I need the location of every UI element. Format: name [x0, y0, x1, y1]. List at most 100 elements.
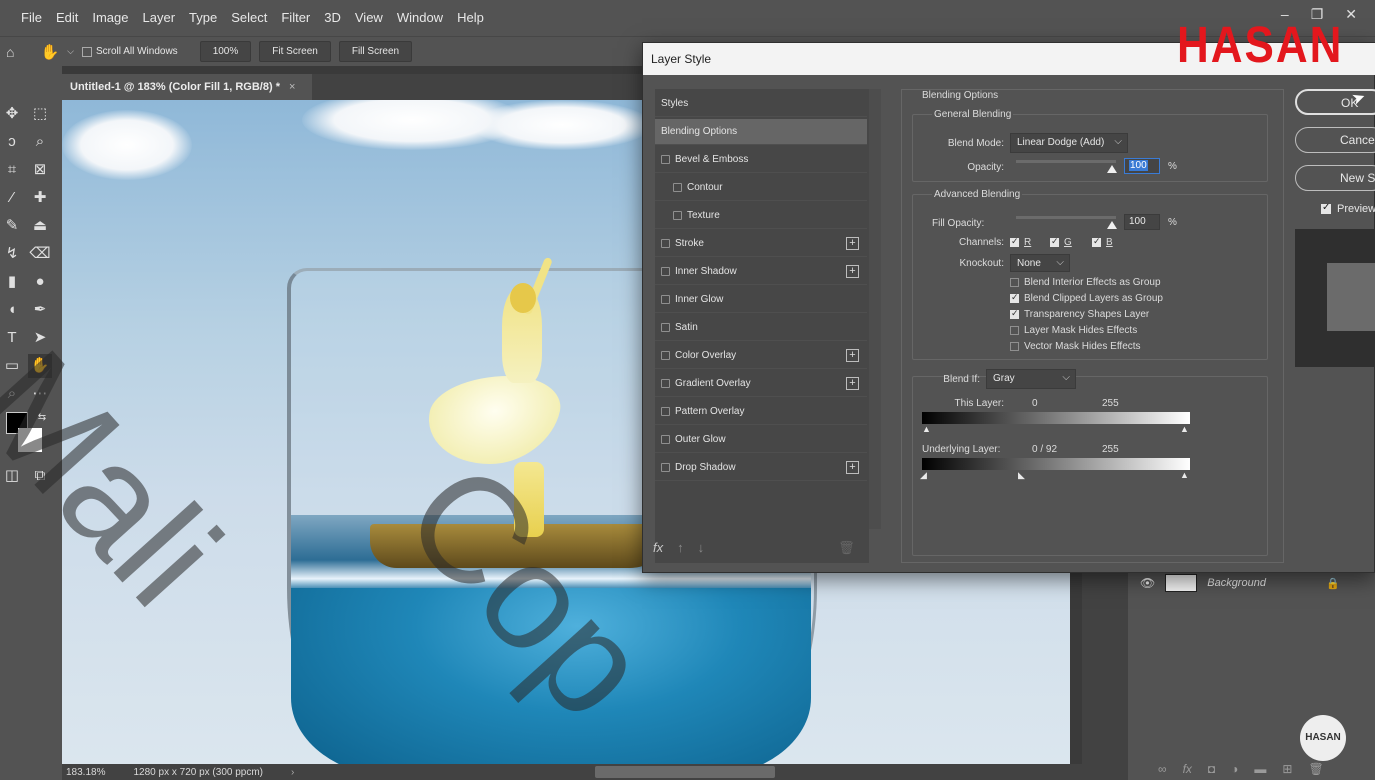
style-item-texture[interactable]: Texture [655, 203, 867, 229]
add-effect-icon[interactable]: + [846, 237, 859, 250]
menu-filter[interactable]: Filter [274, 0, 317, 36]
channel-b-checkbox[interactable]: B [1092, 236, 1113, 248]
document-tab[interactable]: Untitled-1 @ 183% (Color Fill 1, RGB/8) … [62, 74, 312, 100]
checkbox-icon[interactable] [661, 239, 670, 248]
this-layer-white-slider[interactable]: ▲ [1180, 424, 1189, 434]
checkbox-icon[interactable] [673, 211, 682, 220]
channel-r-checkbox[interactable]: R [1010, 236, 1031, 248]
add-effect-icon[interactable]: + [846, 349, 859, 362]
this-layer-gradient[interactable] [922, 412, 1190, 424]
style-item-inner-shadow[interactable]: Inner Shadow + [655, 259, 867, 285]
underlying-black-slider-right[interactable]: ◣ [1018, 470, 1025, 481]
vector-mask-hides-checkbox[interactable]: Vector Mask Hides Effects [1010, 341, 1141, 352]
style-item-color-overlay[interactable]: Color Overlay + [655, 343, 867, 369]
brush-tool-icon[interactable]: ✎ [0, 214, 24, 238]
fill-opacity-input[interactable]: 100 [1124, 214, 1160, 230]
status-arrow-icon[interactable]: › [291, 767, 294, 778]
fill-opacity-slider-handle[interactable] [1107, 221, 1117, 229]
menu-file[interactable]: File [14, 0, 49, 36]
blend-mode-select[interactable]: Linear Dodge (Add) ⌵ [1010, 133, 1128, 153]
type-tool-icon[interactable]: T [0, 326, 24, 350]
style-item-blending-options[interactable]: Blending Options [655, 119, 867, 145]
folder-icon[interactable]: ▬ [1254, 762, 1266, 776]
move-tool-icon[interactable]: ✥ [0, 102, 24, 126]
style-item-inner-glow[interactable]: Inner Glow [655, 287, 867, 313]
checkbox-icon[interactable] [661, 295, 670, 304]
close-tab-icon[interactable]: × [289, 81, 295, 93]
checkbox-icon[interactable] [661, 323, 670, 332]
healing-brush-icon[interactable]: ✚ [28, 186, 52, 210]
scroll-all-windows-checkbox[interactable]: Scroll All Windows [81, 46, 178, 57]
eye-icon[interactable]: 👁 [1140, 576, 1155, 590]
delete-effect-icon[interactable]: 🗑 [838, 540, 855, 556]
zoom-100-button[interactable]: 100% [199, 41, 252, 62]
dodge-tool-icon[interactable]: ◖ [0, 298, 24, 322]
style-item-gradient-overlay[interactable]: Gradient Overlay + [655, 371, 867, 397]
new-layer-icon[interactable]: ⊞ [1282, 762, 1292, 776]
checkbox-icon[interactable] [661, 267, 670, 276]
chevron-down-icon[interactable]: ⌵ [67, 46, 74, 57]
fill-screen-button[interactable]: Fill Screen [338, 41, 413, 62]
fx-icon[interactable]: fx [653, 540, 663, 556]
cancel-button[interactable]: Cancel [1295, 127, 1375, 153]
history-brush-icon[interactable]: ↯ [0, 242, 24, 266]
quick-mask-icon[interactable]: ◫ [0, 464, 24, 488]
move-up-icon[interactable]: ↑ [677, 540, 684, 556]
add-effect-icon[interactable]: + [846, 377, 859, 390]
add-effect-icon[interactable]: + [846, 461, 859, 474]
layer-row-background[interactable]: 👁 Background 🔒 [1128, 570, 1375, 596]
frame-tool-icon[interactable]: ⊠ [28, 158, 52, 182]
stamp-tool-icon[interactable]: ⏏ [28, 214, 52, 238]
opacity-slider-handle[interactable] [1107, 165, 1117, 173]
home-icon[interactable]: ⌂ [6, 44, 14, 60]
move-down-icon[interactable]: ↓ [698, 540, 705, 556]
opacity-slider[interactable] [1016, 160, 1116, 163]
menu-select[interactable]: Select [224, 0, 274, 36]
blend-interior-checkbox[interactable]: Blend Interior Effects as Group [1010, 277, 1161, 288]
close-window-icon[interactable]: ✕ [1345, 6, 1357, 23]
mask-icon[interactable]: ◘ [1208, 762, 1215, 776]
menu-layer[interactable]: Layer [136, 0, 183, 36]
transparency-shapes-checkbox[interactable]: Transparency Shapes Layer [1010, 308, 1149, 320]
checkbox-icon[interactable] [661, 379, 670, 388]
crop-tool-icon[interactable]: ⌗ [0, 158, 24, 182]
path-select-icon[interactable]: ➤ [28, 326, 52, 350]
fill-opacity-slider[interactable] [1016, 216, 1116, 219]
style-item-styles[interactable]: Styles [655, 91, 867, 117]
style-item-drop-shadow[interactable]: Drop Shadow + [655, 455, 867, 481]
preview-checkbox[interactable]: Preview [1321, 202, 1375, 215]
more-tools-icon[interactable]: ⋯ [28, 382, 52, 406]
adjustment-icon[interactable]: ◑ [1231, 762, 1238, 776]
background-color-swatch[interactable] [18, 428, 42, 452]
hand-tool-icon[interactable]: ✋ [40, 43, 59, 61]
new-style-button[interactable]: New Style... [1295, 165, 1375, 191]
fit-screen-button[interactable]: Fit Screen [259, 41, 331, 62]
horizontal-scrollbar[interactable] [595, 766, 775, 778]
this-layer-black-slider[interactable]: ▲ [922, 424, 931, 434]
channel-g-checkbox[interactable]: G [1050, 236, 1072, 248]
hand-tool-active-icon[interactable]: ✋ [28, 354, 52, 378]
menu-window[interactable]: Window [390, 0, 450, 36]
swap-colors-icon[interactable]: ⇆ [30, 406, 54, 430]
eyedropper-icon[interactable]: ⁄ [0, 186, 24, 210]
zoom-tool-icon[interactable]: ⌕ [0, 382, 24, 406]
underlying-white-slider[interactable]: ▲ [1180, 470, 1189, 480]
add-effect-icon[interactable]: + [846, 265, 859, 278]
menu-help[interactable]: Help [450, 0, 491, 36]
zoom-level[interactable]: 183.18% [66, 767, 105, 778]
style-item-stroke[interactable]: Stroke + [655, 231, 867, 257]
marquee-tool-icon[interactable]: ⬚ [28, 102, 52, 126]
underlying-black-slider-left[interactable]: ◢ [920, 470, 927, 481]
menu-3d[interactable]: 3D [317, 0, 348, 36]
eraser-tool-icon[interactable]: ⌫ [28, 242, 52, 266]
style-item-outer-glow[interactable]: Outer Glow [655, 427, 867, 453]
fx-icon[interactable]: fx [1183, 762, 1192, 776]
style-item-bevel-emboss[interactable]: Bevel & Emboss [655, 147, 867, 173]
gradient-tool-icon[interactable]: ▮ [0, 270, 24, 294]
style-item-satin[interactable]: Satin [655, 315, 867, 341]
menu-view[interactable]: View [348, 0, 390, 36]
checkbox-icon[interactable] [661, 463, 670, 472]
pen-tool-icon[interactable]: ✒ [28, 298, 52, 322]
menu-image[interactable]: Image [85, 0, 135, 36]
underlying-layer-gradient[interactable] [922, 458, 1190, 470]
